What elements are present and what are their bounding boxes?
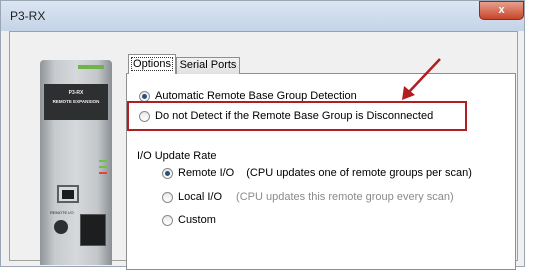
annotation-arrow-icon [402,58,441,100]
tab-options-label: Options [131,57,173,71]
tab-options[interactable]: Options [128,54,176,74]
